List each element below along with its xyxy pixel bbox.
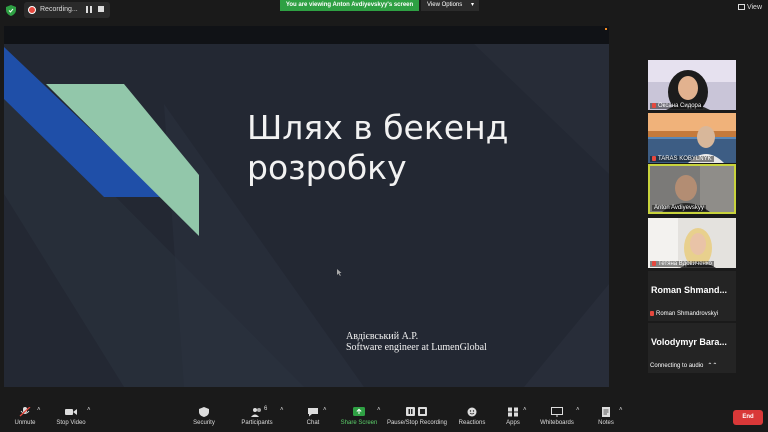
notes-icon (602, 407, 610, 417)
recording-label: Recording... (40, 6, 78, 13)
pause-stop-recording-button[interactable]: Pause/Stop Recording (386, 407, 448, 426)
muted-mic-icon (652, 261, 656, 266)
participant-name: TARAS KOBYLNYK (650, 156, 714, 162)
participant-tile-oksana[interactable]: Оксана Сидора (648, 60, 736, 110)
chat-label: Chat (306, 420, 320, 426)
audio-options-caret[interactable]: ˄ (37, 407, 41, 413)
security-button[interactable]: Security (189, 407, 219, 426)
unmute-label: Unmute (14, 420, 36, 426)
share-screen-icon (353, 407, 365, 416)
shared-screen: Шлях в бекенд розробку Авдієвський А.Р. … (4, 26, 609, 387)
participant-name: Оксана Сидора (650, 103, 704, 109)
participant-name: Roman Shmandrovskyi (650, 311, 718, 317)
slide-title-line-2: розробку (247, 148, 407, 187)
participant-name: Тетяна Вдовиченко (650, 261, 714, 267)
shared-screen-top-strip (4, 26, 609, 44)
stop-video-label: Stop Video (56, 420, 86, 426)
participants-count-badge: 6 (264, 406, 268, 412)
whiteboard-icon (551, 407, 563, 417)
shield-icon[interactable] (6, 5, 16, 16)
view-options-button[interactable]: View Options ▾ (421, 0, 479, 11)
chat-bubble-icon (308, 408, 318, 417)
view-button[interactable]: View (737, 4, 762, 11)
chat-button[interactable]: Chat (302, 407, 324, 426)
whiteboards-button[interactable]: Whiteboards (537, 407, 577, 426)
chevron-down-icon: ▾ (470, 2, 474, 8)
apps-icon (508, 407, 518, 417)
slide-title-line-1: Шлях в бекенд (247, 108, 509, 147)
reactions-button[interactable]: Reactions (456, 407, 488, 426)
slide-title: Шлях в бекенд розробку (247, 108, 547, 188)
share-screen-button[interactable]: Share Screen (340, 407, 378, 426)
muted-microphone-icon (19, 407, 31, 417)
participant-name: Anton Avdiyevskyy (652, 205, 706, 211)
slide-author: Авдієвський А.Р. Software engineer at Lu… (346, 331, 487, 353)
slide-author-role: Software engineer at LumenGlobal (346, 342, 487, 353)
apps-options-caret[interactable]: ˄ (523, 407, 527, 413)
connecting-dots-icon: ⌃⌃ (707, 363, 718, 369)
participant-tile-taras[interactable]: TARAS KOBYLNYK (648, 113, 736, 163)
presentation-slide: Шлях в бекенд розробку Авдієвський А.Р. … (4, 44, 609, 387)
view-label: View (746, 4, 762, 11)
muted-mic-icon (652, 103, 656, 108)
apps-label: Apps (506, 420, 520, 426)
screen-share-indicator (605, 28, 607, 30)
participant-tile-anton[interactable]: Anton Avdiyevskyy (648, 164, 736, 214)
notes-label: Notes (598, 420, 614, 426)
muted-mic-icon (650, 311, 654, 316)
notes-button[interactable]: Notes (595, 407, 617, 426)
shield-icon (199, 407, 209, 417)
recording-indicator: Recording... (24, 2, 110, 18)
view-options-label: View Options (427, 2, 463, 8)
record-icon (28, 6, 36, 14)
participant-tile-roman[interactable]: Roman Shmand... Roman Shmandrovskyi (648, 271, 736, 321)
participant-display-name: Volodymyr Bara... (651, 337, 727, 347)
recording-controls-label: Pause/Stop Recording (386, 420, 448, 426)
grid-view-icon (737, 4, 745, 10)
participants-button[interactable]: Participants (238, 407, 276, 426)
slide-background-graphic (4, 44, 609, 387)
meeting-toolbar: Unmute ˄ Stop Video ˄ Security Participa… (0, 404, 768, 432)
participant-status: Connecting to audio ⌃⌃ (650, 363, 718, 369)
stop-recording-icon[interactable] (98, 6, 104, 12)
stop-video-button[interactable]: Stop Video (53, 407, 89, 426)
participants-icon (251, 408, 261, 417)
share-options-caret[interactable]: ˄ (377, 407, 381, 413)
chat-options-caret[interactable]: ˄ (323, 407, 327, 413)
muted-mic-icon (652, 156, 656, 161)
apps-button[interactable]: Apps (503, 407, 523, 426)
whiteboards-options-caret[interactable]: ˄ (576, 407, 580, 413)
mouse-cursor-icon (337, 269, 342, 276)
participants-label: Participants (241, 420, 273, 426)
share-screen-label: Share Screen (340, 420, 378, 426)
end-meeting-button[interactable]: End (733, 410, 763, 425)
participant-tile-tetiana[interactable]: Тетяна Вдовиченко (648, 218, 736, 268)
reactions-label: Reactions (458, 420, 486, 426)
participants-options-caret[interactable]: ˄ (280, 407, 284, 413)
unmute-button[interactable]: Unmute (10, 407, 40, 426)
slide-author-name: Авдієвський А.Р. (346, 331, 419, 342)
reactions-smiley-icon (467, 407, 477, 417)
video-options-caret[interactable]: ˄ (87, 407, 91, 413)
notes-options-caret[interactable]: ˄ (619, 407, 623, 413)
security-label: Security (193, 420, 215, 426)
participant-display-name: Roman Shmand... (651, 285, 728, 295)
pause-stop-icon (406, 407, 427, 416)
pause-recording-icon[interactable] (86, 6, 92, 13)
video-camera-icon (65, 409, 77, 415)
whiteboards-label: Whiteboards (540, 420, 574, 426)
meeting-top-bar: Recording... You are viewing Anton Avdiy… (0, 0, 768, 20)
viewing-screen-banner: You are viewing Anton Avdiyevskyy's scre… (280, 0, 419, 11)
participant-tile-volodymyr[interactable]: Volodymyr Bara... Connecting to audio ⌃⌃ (648, 323, 736, 373)
